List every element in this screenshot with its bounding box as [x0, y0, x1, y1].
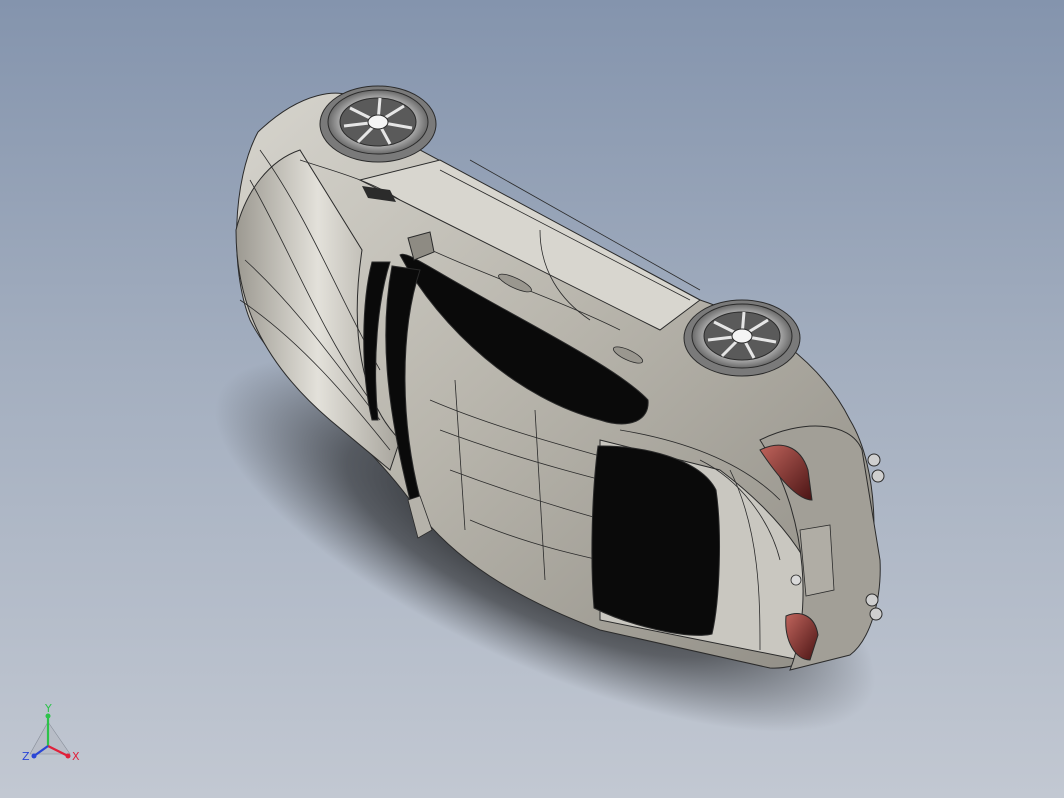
car-model[interactable]	[0, 0, 1064, 798]
x-axis-label: X	[72, 750, 80, 763]
y-axis-label: Y	[44, 702, 52, 715]
front-wheel	[319, 85, 437, 163]
graphics-viewport[interactable]: Y X Z	[0, 0, 1064, 798]
view-orientation-triad: Y X Z	[18, 702, 88, 772]
rear-windshield	[591, 445, 720, 636]
z-axis-label: Z	[22, 750, 30, 763]
triad-base	[29, 721, 71, 755]
rear-wheel	[683, 299, 801, 377]
